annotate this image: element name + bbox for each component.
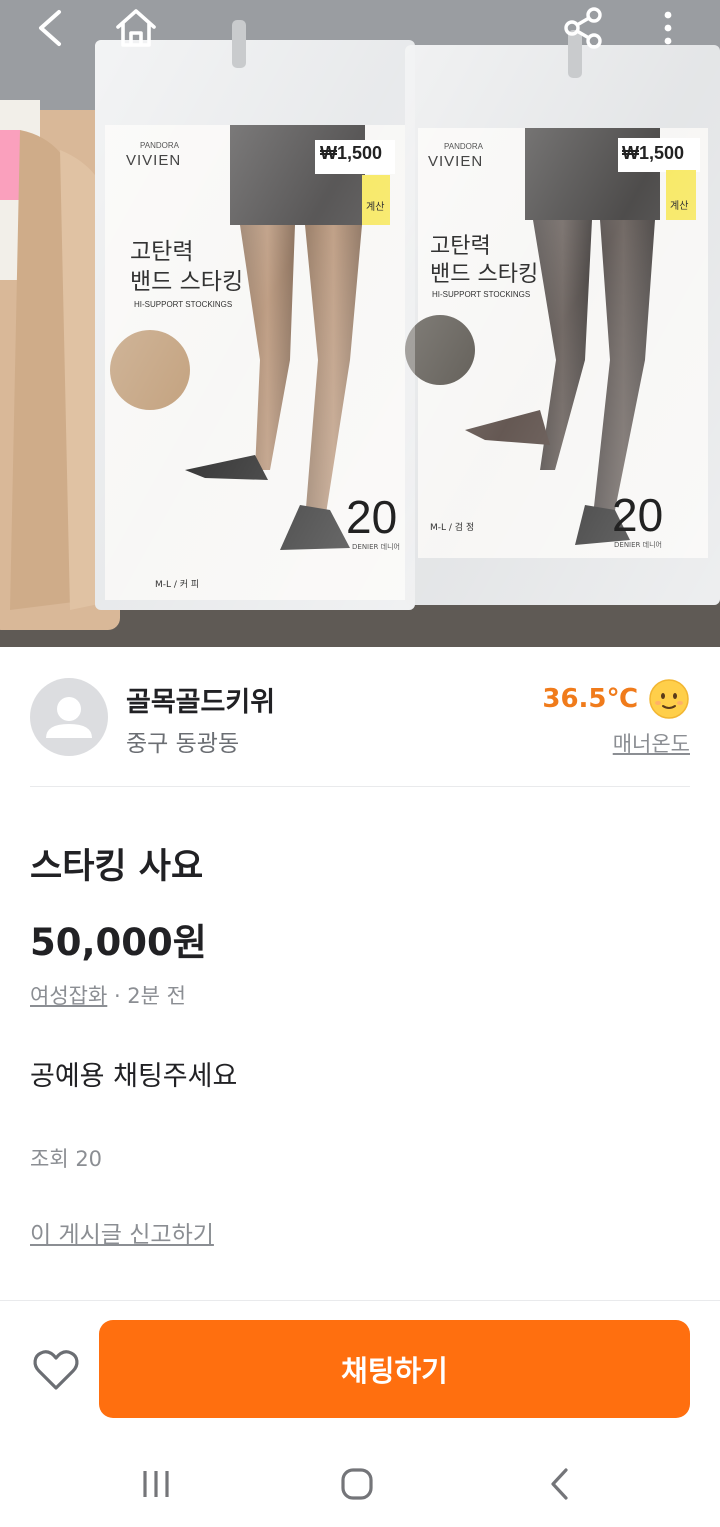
system-navigation-bar <box>0 1436 720 1527</box>
category-link[interactable]: 여성잡화 <box>30 984 107 1008</box>
chat-button[interactable]: 채팅하기 <box>99 1320 690 1418</box>
package-right-size: M-L / 검 정 <box>430 523 475 533</box>
back-nav-icon <box>551 1468 568 1500</box>
package-left-denier-label: DENIER 데니어 <box>352 543 400 551</box>
package-right-denier-label: DENIER 데니어 <box>614 541 662 549</box>
avatar[interactable] <box>30 678 108 756</box>
package-left-denier: 20 <box>346 491 398 543</box>
package-left-name-2: 밴드 스타킹 <box>130 269 244 295</box>
package-left-brand-small: PANDORA <box>140 141 179 150</box>
manner-temperature-link[interactable]: 매너온도 <box>613 728 690 758</box>
post-description: 공예용 채팅주세요 <box>30 1061 238 1092</box>
post-meta: 여성잡화 · 2분 전 <box>30 980 186 1010</box>
post-time: · 2분 전 <box>107 984 186 1008</box>
package-right-register-tag: 계산 <box>670 201 689 212</box>
seller-profile[interactable]: 골목골드키위 중구 동광동 36.5℃ 매너온도 <box>30 672 690 768</box>
more-button[interactable] <box>632 0 704 56</box>
share-button[interactable] <box>548 0 620 56</box>
back-nav-button[interactable] <box>530 1456 590 1512</box>
seller-region: 중구 동광동 <box>126 731 240 757</box>
package-left-register-tag: 계산 <box>366 202 385 213</box>
home-icon <box>116 9 156 47</box>
heart-icon <box>33 1350 79 1390</box>
manner-temperature[interactable]: 36.5℃ <box>542 678 690 720</box>
package-right-brand-small: PANDORA <box>444 142 483 151</box>
package-left-name-1: 고탄력 <box>130 239 194 265</box>
divider <box>30 786 690 787</box>
post-price: 50,000원 <box>30 921 207 964</box>
package-left-brand: VIVIEN <box>126 152 182 169</box>
package-right-denier: 20 <box>612 489 664 541</box>
post-title: 스타킹 사요 <box>30 847 204 887</box>
package-right-brand: VIVIEN <box>428 153 484 170</box>
package-right-price: ₩1,500 <box>622 143 685 163</box>
report-link[interactable]: 이 게시글 신고하기 <box>30 1215 214 1249</box>
package-right-subtitle: HI-SUPPORT STOCKINGS <box>432 290 531 299</box>
view-count: 조회 20 <box>30 1147 103 1171</box>
smile-face-icon <box>649 679 689 719</box>
home-nav-icon <box>341 1468 373 1500</box>
package-left-size: M-L / 커 피 <box>155 580 200 590</box>
product-photo[interactable]: PANDORA VIVIEN ₩1,500 계산 고탄력 밴드 스타킹 HI-S… <box>0 0 720 647</box>
share-icon <box>564 7 602 49</box>
back-button[interactable] <box>14 0 86 56</box>
back-icon <box>39 10 61 46</box>
seller-nickname[interactable]: 골목골드키위 <box>126 680 275 719</box>
home-button[interactable] <box>100 0 172 56</box>
default-avatar-icon <box>46 697 92 738</box>
bottom-bar-divider <box>0 1300 720 1301</box>
recent-apps-icon <box>143 1471 169 1497</box>
package-left-price: ₩1,500 <box>320 143 383 163</box>
package-left-subtitle: HI-SUPPORT STOCKINGS <box>134 300 233 309</box>
more-icon <box>664 11 672 45</box>
like-button[interactable] <box>30 1344 82 1396</box>
package-right-name-2: 밴드 스타킹 <box>430 262 539 287</box>
recent-apps-button[interactable] <box>126 1456 186 1512</box>
home-nav-button[interactable] <box>327 1456 387 1512</box>
temperature-value: 36.5℃ <box>542 684 638 714</box>
